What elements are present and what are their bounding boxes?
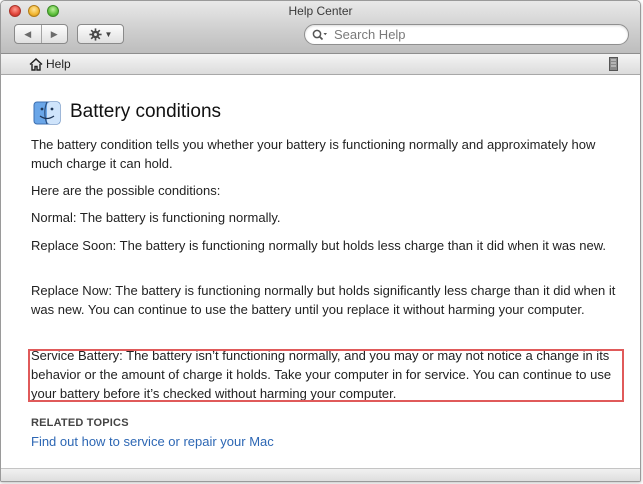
bottom-bar bbox=[1, 468, 640, 481]
home-label: Help bbox=[46, 57, 71, 71]
title-bar: Help Center ◀ ▶ ▼ bbox=[1, 1, 640, 54]
search-input[interactable] bbox=[332, 26, 606, 43]
paragraph-normal: Normal: The battery is functioning norma… bbox=[31, 210, 281, 225]
page-title: Battery conditions bbox=[70, 101, 222, 122]
back-forward-control: ◀ ▶ bbox=[14, 24, 68, 44]
help-home-link[interactable]: Help bbox=[29, 57, 71, 71]
gear-icon bbox=[88, 27, 102, 41]
search-icon bbox=[312, 29, 327, 40]
help-article: Battery conditions The battery condition… bbox=[1, 75, 640, 470]
bookmark-icon[interactable] bbox=[609, 57, 618, 71]
paragraph-conditions-intro: Here are the possible conditions: bbox=[31, 183, 221, 198]
paragraph-replace-soon: Replace Soon: The battery is functioning… bbox=[31, 238, 606, 253]
related-topics-heading: RELATED TOPICS bbox=[31, 417, 129, 429]
bookmarks-bar: Help bbox=[1, 54, 640, 75]
help-center-window: Help Center ◀ ▶ ▼ Search Help Help Batte… bbox=[0, 0, 641, 482]
home-icon bbox=[29, 57, 43, 71]
paragraph-intro: The battery condition tells you whether … bbox=[31, 137, 596, 171]
search-field[interactable] bbox=[304, 24, 629, 45]
window-title: Help Center bbox=[288, 4, 353, 18]
back-button[interactable]: ◀ bbox=[15, 25, 41, 43]
finder-icon bbox=[33, 101, 61, 125]
action-menu-button[interactable]: ▼ bbox=[77, 24, 124, 44]
paragraph-replace-now: Replace Now: The battery is functioning … bbox=[31, 283, 616, 317]
highlight-box bbox=[28, 349, 624, 402]
chevron-down-icon: ▼ bbox=[104, 29, 113, 39]
service-repair-link[interactable]: Find out how to service or repair your M… bbox=[31, 434, 274, 449]
forward-button[interactable]: ▶ bbox=[40, 25, 68, 43]
